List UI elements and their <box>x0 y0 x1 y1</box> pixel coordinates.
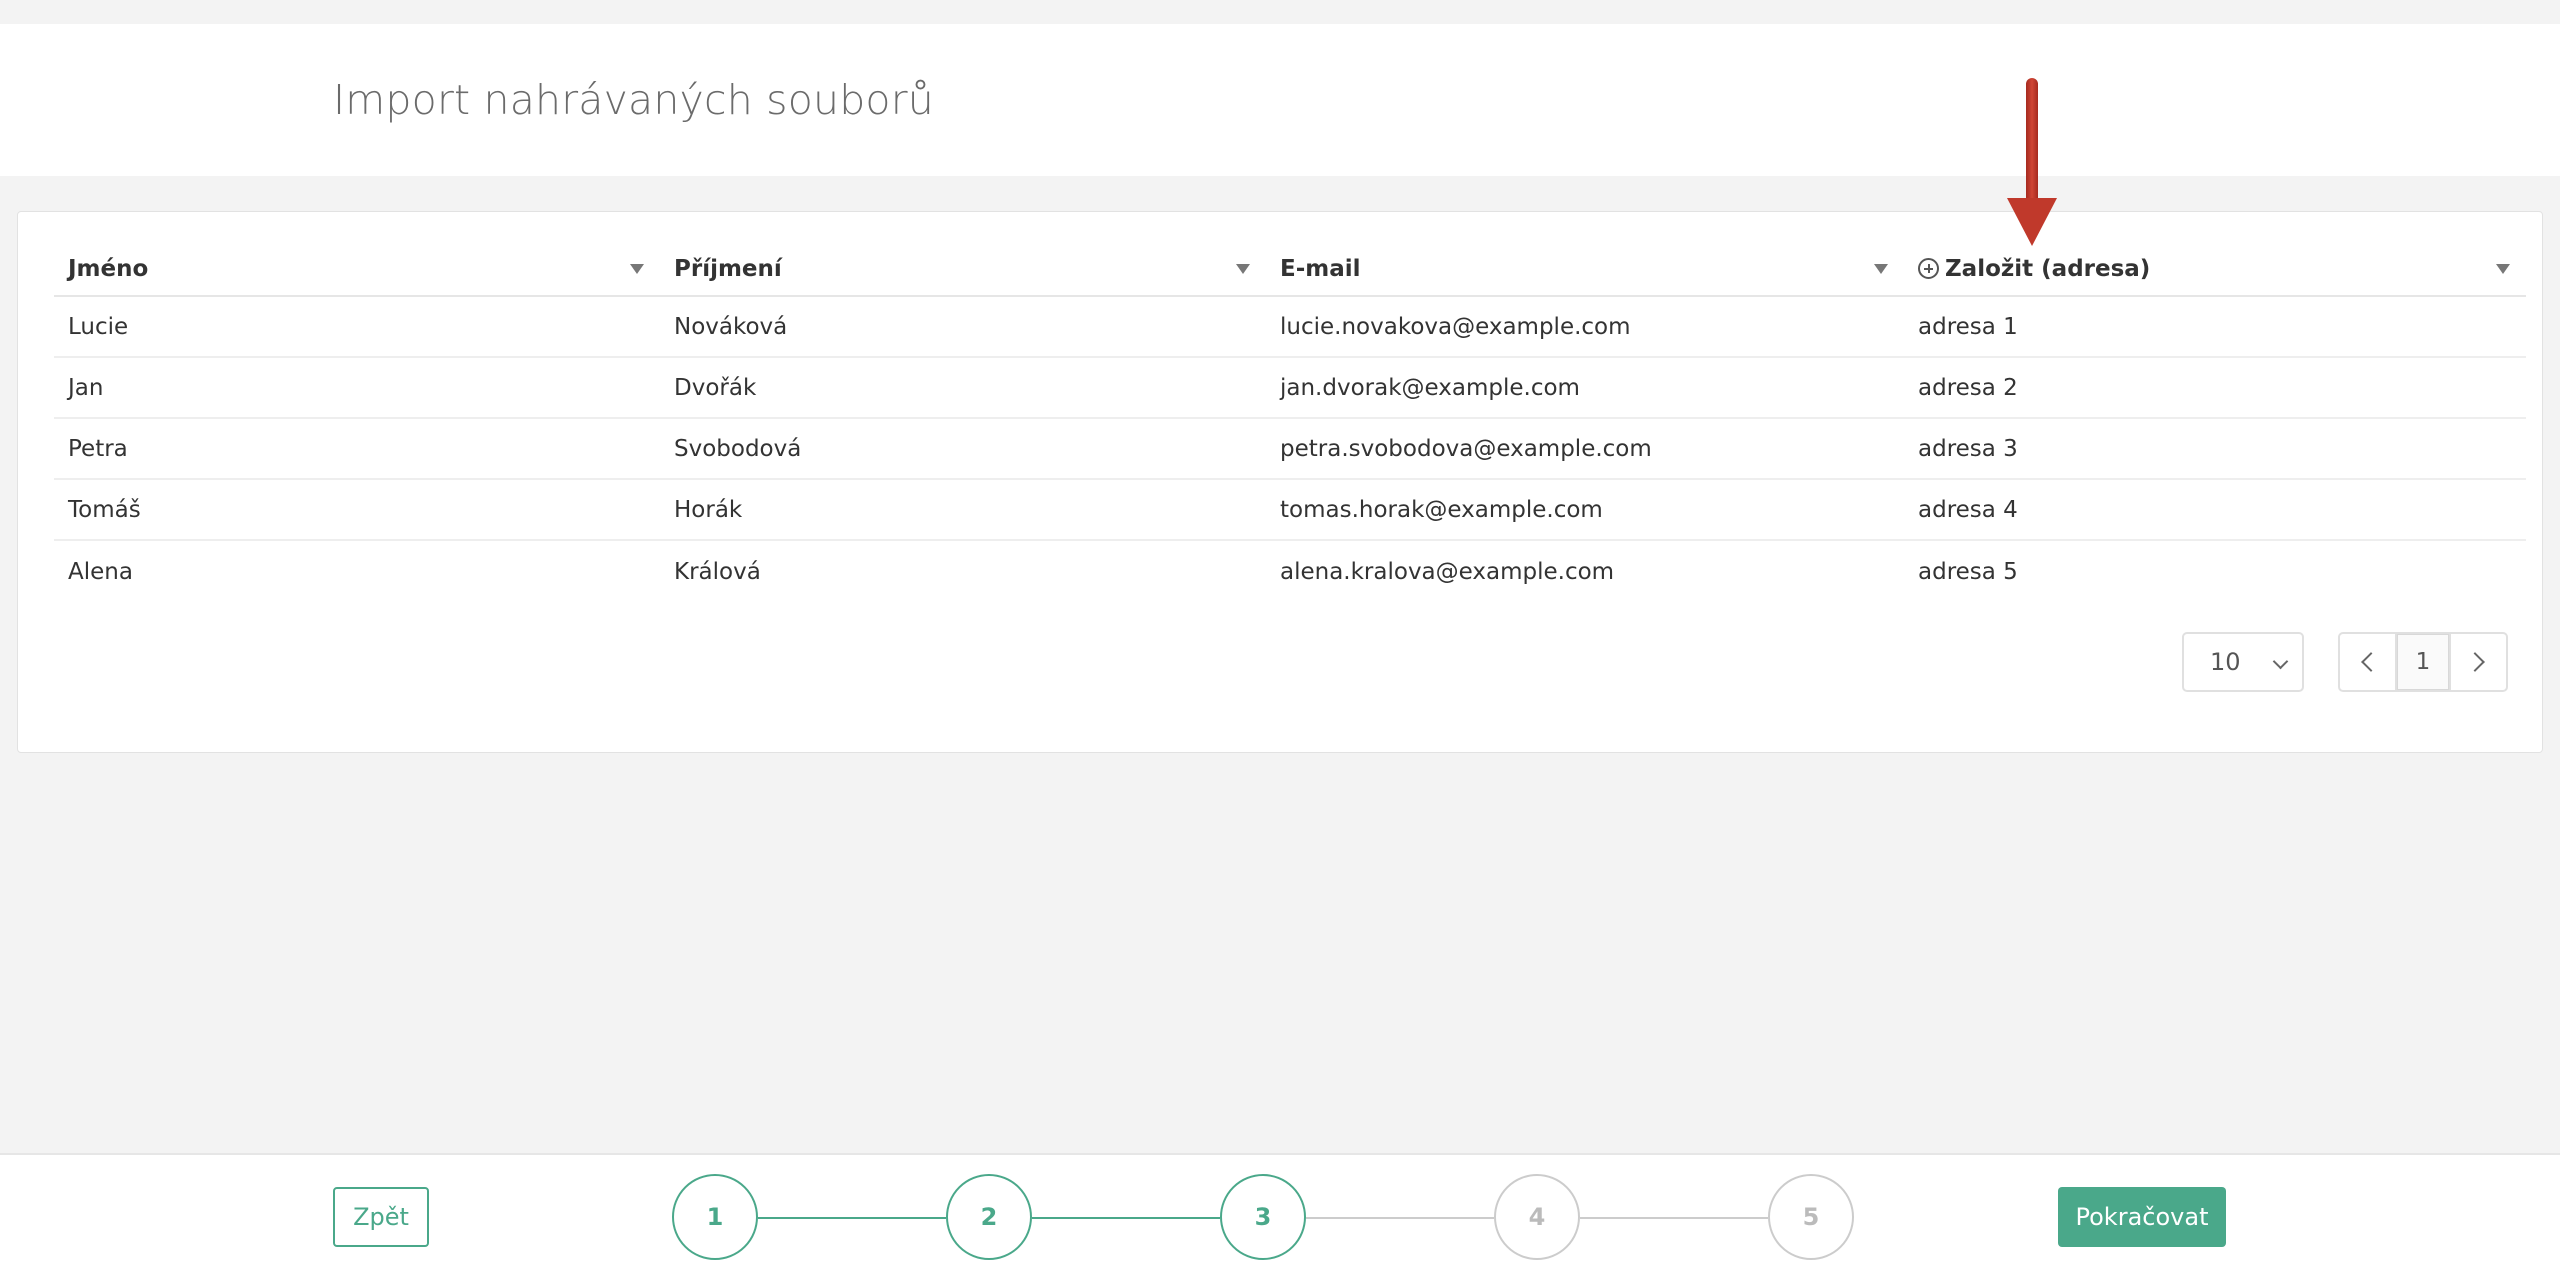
step-connector <box>1580 1217 1768 1219</box>
caret-down-icon[interactable] <box>1236 263 1250 274</box>
column-header-prijmeni[interactable]: Příjmení <box>660 256 1266 282</box>
cell-adresa: adresa 3 <box>1918 435 2018 462</box>
step-connector <box>758 1217 946 1219</box>
table-row: Lucie Nováková lucie.novakova@example.co… <box>54 297 2526 358</box>
next-page-button[interactable] <box>2451 634 2506 690</box>
cell-prijmeni: Horák <box>674 496 743 523</box>
page-header: Import nahrávaných souborů <box>0 24 2560 176</box>
red-arrow-down-icon <box>2007 78 2057 246</box>
cell-prijmeni: Dvořák <box>674 374 757 401</box>
back-button[interactable]: Zpět <box>333 1187 429 1247</box>
import-table: Jméno Příjmení E-mail Založit (adresa) L… <box>54 242 2526 602</box>
step-3[interactable]: 3 <box>1220 1174 1306 1260</box>
column-header-email[interactable]: E-mail <box>1266 256 1904 282</box>
cell-email: tomas.horak@example.com <box>1280 496 1603 523</box>
cell-jmeno: Lucie <box>68 313 129 340</box>
caret-down-icon[interactable] <box>630 263 644 274</box>
cell-adresa: adresa 5 <box>1918 558 2018 585</box>
step-5: 5 <box>1768 1174 1854 1260</box>
column-header-zalozit-adresa[interactable]: Založit (adresa) <box>1904 256 2526 282</box>
page-size-value: 10 <box>2210 648 2241 676</box>
column-header-label: Jméno <box>68 255 149 282</box>
table-row: Alena Králová alena.kralova@example.com … <box>54 541 2526 602</box>
step-connector <box>1306 1217 1494 1219</box>
column-header-label: E-mail <box>1280 255 1361 282</box>
chevron-down-icon <box>2272 653 2289 670</box>
page-number-button[interactable]: 1 <box>2395 634 2451 690</box>
pagination: 1 <box>2338 632 2508 692</box>
caret-down-icon[interactable] <box>2496 263 2510 274</box>
cell-email: petra.svobodova@example.com <box>1280 435 1652 462</box>
cell-prijmeni: Králová <box>674 558 761 585</box>
step-2[interactable]: 2 <box>946 1174 1032 1260</box>
page-title: Import nahrávaných souborů <box>333 76 934 124</box>
caret-down-icon[interactable] <box>1874 263 1888 274</box>
cell-jmeno: Tomáš <box>68 496 141 523</box>
step-1[interactable]: 1 <box>672 1174 758 1260</box>
table-header-row: Jméno Příjmení E-mail Založit (adresa) <box>54 242 2526 297</box>
step-4: 4 <box>1494 1174 1580 1260</box>
cell-email: alena.kralova@example.com <box>1280 558 1615 585</box>
cell-adresa: adresa 2 <box>1918 374 2018 401</box>
cell-jmeno: Alena <box>68 558 133 585</box>
chevron-left-icon <box>2360 652 2381 672</box>
cell-email: jan.dvorak@example.com <box>1280 374 1580 401</box>
table-row: Jan Dvořák jan.dvorak@example.com adresa… <box>54 358 2526 419</box>
cell-adresa: adresa 4 <box>1918 496 2018 523</box>
cell-email: lucie.novakova@example.com <box>1280 313 1631 340</box>
table-row: Petra Svobodová petra.svobodova@example.… <box>54 419 2526 480</box>
wizard-footer: Zpět 1 2 3 4 5 Pokračovat <box>0 1153 2560 1266</box>
plus-circle-icon <box>1918 257 1939 279</box>
prev-page-button[interactable] <box>2340 634 2395 690</box>
cell-adresa: adresa 1 <box>1918 313 2018 340</box>
page-size-select[interactable]: 10 <box>2182 632 2304 692</box>
chevron-right-icon <box>2465 652 2486 672</box>
step-connector <box>1032 1217 1220 1219</box>
column-header-jmeno[interactable]: Jméno <box>54 256 660 282</box>
cell-jmeno: Petra <box>68 435 128 462</box>
column-header-label: Založit (adresa) <box>1945 255 2151 282</box>
cell-prijmeni: Nováková <box>674 313 788 340</box>
table-row: Tomáš Horák tomas.horak@example.com adre… <box>54 480 2526 541</box>
column-header-label: Příjmení <box>674 255 782 282</box>
import-table-card: Jméno Příjmení E-mail Založit (adresa) L… <box>17 211 2543 753</box>
cell-jmeno: Jan <box>68 374 104 401</box>
cell-prijmeni: Svobodová <box>674 435 802 462</box>
continue-button[interactable]: Pokračovat <box>2058 1187 2226 1247</box>
